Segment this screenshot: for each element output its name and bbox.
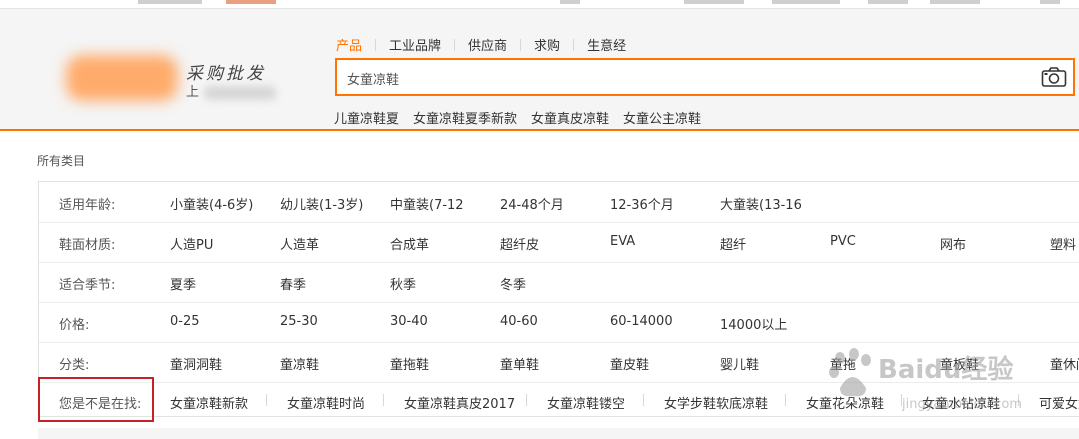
suggestion-link[interactable]: 女童凉鞋镂空 (547, 393, 625, 412)
suggestion-link[interactable]: 女童凉鞋新款 (170, 393, 248, 412)
suggestion-link[interactable]: 女童凉鞋时尚 (287, 393, 365, 412)
suggestion-link[interactable]: 女学步鞋软底凉鞋 (664, 393, 768, 412)
tab-divider (454, 38, 456, 51)
filter-option[interactable]: 25-30 (280, 314, 318, 329)
filter-label: 价格: (59, 318, 90, 333)
top-nav-bar (0, 0, 1079, 9)
tab-buying-requests[interactable]: 求购 (534, 35, 560, 54)
hotword-link[interactable]: 女童真皮凉鞋 (531, 108, 609, 127)
results-toolbar (38, 428, 1079, 439)
camera-icon[interactable] (1041, 66, 1067, 88)
site-logo[interactable] (66, 55, 178, 101)
filter-option[interactable]: 塑料 (1050, 234, 1076, 253)
filter-option[interactable]: 童休闲 (1050, 354, 1079, 373)
suggestion-divider (526, 394, 527, 406)
filter-option[interactable]: 幼儿装(1-3岁) (280, 194, 363, 213)
suggestion-divider (785, 394, 786, 406)
filter-option[interactable]: EVA (610, 234, 635, 249)
tab-divider (573, 38, 575, 51)
filter-label: 适合季节: (59, 278, 116, 293)
filter-row-upper-material: 鞋面材质: 人造PU 人造革 合成革 超纤皮 EVA 超纤 PVC 网布 塑料 (39, 222, 1079, 263)
site-header: 采购批发 上 产品 工业品牌 供应商 求购 生意经 儿童凉鞋夏 女童凉鞋夏季新款… (0, 9, 1079, 131)
filter-option[interactable]: 童单鞋 (500, 354, 539, 373)
filter-option[interactable]: 童凉鞋 (280, 354, 319, 373)
filter-option[interactable]: 60-14000 (610, 314, 673, 329)
tab-products[interactable]: 产品 (336, 35, 362, 54)
breadcrumb[interactable]: 所有类目 (37, 152, 85, 169)
top-nav-item[interactable] (930, 0, 980, 4)
tab-divider (375, 38, 377, 51)
filter-option[interactable]: 12-36个月 (610, 194, 674, 213)
filter-option[interactable]: 14000以上 (720, 314, 787, 333)
hotword-link[interactable]: 女童公主凉鞋 (623, 108, 701, 127)
filter-row-suggestions: 您是不是在找: 女童凉鞋新款 女童凉鞋时尚 女童凉鞋真皮2017 女童凉鞋镂空 … (39, 382, 1079, 422)
logo-subtitle-blurred (204, 86, 276, 100)
filter-option[interactable]: 小童装(4-6岁) (170, 194, 253, 213)
filter-option[interactable]: 人造PU (170, 234, 213, 253)
suggestion-divider (383, 394, 384, 406)
suggestion-link[interactable]: 女童花朵凉鞋 (806, 393, 884, 412)
filter-option[interactable]: 24-48个月 (500, 194, 564, 213)
top-nav-item[interactable] (684, 0, 744, 4)
filter-row-season: 适合季节: 夏季 春季 秋季 冬季 (39, 262, 1079, 303)
filter-option[interactable]: 40-60 (500, 314, 538, 329)
suggestion-divider (1018, 394, 1019, 406)
filter-option[interactable]: 中童装(7-12 (390, 194, 464, 213)
suggestion-link[interactable]: 女童水钻凉鞋 (922, 393, 1000, 412)
filter-option[interactable]: 童皮鞋 (610, 354, 649, 373)
filter-option[interactable]: 童洞洞鞋 (170, 354, 222, 373)
filter-option[interactable]: PVC (830, 234, 856, 249)
filter-panel: 适用年龄: 小童装(4-6岁) 幼儿装(1-3岁) 中童装(7-12 24-48… (38, 181, 1079, 417)
logo-subtitle: 上 (186, 85, 200, 100)
filter-option[interactable]: 30-40 (390, 314, 428, 329)
tab-divider (520, 38, 522, 51)
annotation-highlight-box (38, 377, 154, 422)
filter-option[interactable]: 0-25 (170, 314, 200, 329)
filter-option[interactable]: 秋季 (390, 274, 416, 293)
suggestion-divider (901, 394, 902, 406)
suggestion-divider (643, 394, 644, 406)
tab-business-tips[interactable]: 生意经 (587, 35, 626, 54)
tab-industrial-brands[interactable]: 工业品牌 (389, 35, 441, 54)
hot-search-words: 儿童凉鞋夏 女童凉鞋夏季新款 女童真皮凉鞋 女童公主凉鞋 (334, 108, 715, 127)
top-nav-item[interactable] (138, 0, 202, 4)
filter-option[interactable]: 婴儿鞋 (720, 354, 759, 373)
top-nav-item[interactable] (772, 0, 840, 4)
filter-row-category: 分类: 童洞洞鞋 童凉鞋 童拖鞋 童单鞋 童皮鞋 婴儿鞋 童拖 童板鞋 童休闲 (39, 342, 1079, 383)
filter-row-age: 适用年龄: 小童装(4-6岁) 幼儿装(1-3岁) 中童装(7-12 24-48… (39, 182, 1079, 223)
search-input[interactable] (345, 68, 1029, 88)
filter-label: 鞋面材质: (59, 238, 116, 253)
top-nav-item[interactable] (868, 0, 908, 4)
tab-suppliers[interactable]: 供应商 (468, 35, 507, 54)
filter-option[interactable]: 大童装(13-16 (720, 194, 802, 213)
hotword-link[interactable]: 女童凉鞋夏季新款 (413, 108, 517, 127)
filter-option[interactable]: 童板鞋 (940, 354, 979, 373)
filter-option[interactable]: 合成革 (390, 234, 429, 253)
filter-row-price: 价格: 0-25 25-30 30-40 40-60 60-14000 1400… (39, 302, 1079, 343)
filter-option[interactable]: 人造革 (280, 234, 319, 253)
top-nav-item[interactable] (560, 0, 580, 4)
filter-label: 分类: (59, 358, 90, 373)
filter-option[interactable]: 夏季 (170, 274, 196, 293)
filter-option[interactable]: 超纤 (720, 234, 746, 253)
suggestion-link[interactable]: 可爱女童 (1039, 393, 1079, 412)
filter-option[interactable]: 春季 (280, 274, 306, 293)
filter-label: 适用年龄: (59, 198, 116, 213)
hotword-link[interactable]: 儿童凉鞋夏 (334, 108, 399, 127)
filter-option[interactable]: 童拖鞋 (390, 354, 429, 373)
suggestion-link[interactable]: 女童凉鞋真皮2017 (404, 393, 515, 412)
filter-option[interactable]: 冬季 (500, 274, 526, 293)
search-tabs: 产品 工业品牌 供应商 求购 生意经 (336, 35, 626, 54)
top-nav-item[interactable] (1040, 0, 1060, 4)
suggestion-divider (266, 394, 267, 406)
top-nav-item[interactable] (226, 0, 276, 4)
filter-option[interactable]: 超纤皮 (500, 234, 539, 253)
search-box (335, 58, 1075, 96)
filter-option[interactable]: 网布 (940, 234, 966, 253)
filter-option[interactable]: 童拖 (830, 354, 856, 373)
